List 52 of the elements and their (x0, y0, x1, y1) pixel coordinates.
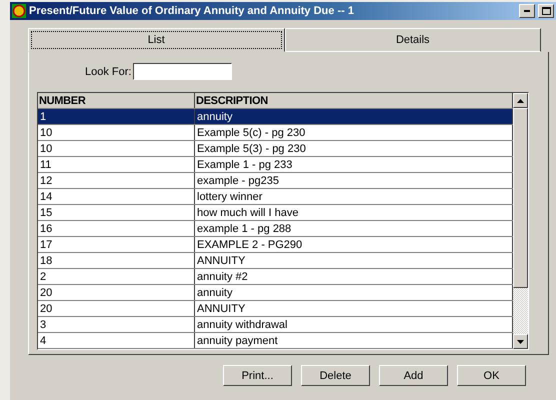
table-cell[interactable]: 11 (38, 157, 195, 172)
table-cell[interactable]: Example 5(3) - pg 230 (195, 141, 513, 156)
scroll-down-button[interactable] (513, 334, 528, 349)
table-cell[interactable]: how much will I have (195, 205, 513, 220)
table-cell[interactable]: 17 (38, 237, 195, 252)
up-arrow-icon (517, 98, 524, 102)
maximize-button[interactable] (538, 4, 554, 18)
dialog-button[interactable]: OK (457, 365, 526, 386)
table-cell[interactable]: lottery winner (195, 189, 513, 204)
table-cell[interactable]: ANNUITY (195, 253, 513, 268)
dialog-button[interactable]: Print... (223, 365, 292, 386)
table-cell[interactable]: 1 (38, 109, 195, 124)
column-header[interactable]: NUMBER (38, 93, 195, 108)
table-cell[interactable]: 14 (38, 189, 195, 204)
scroll-up-button[interactable] (513, 93, 528, 108)
table-cell[interactable]: example - pg235 (195, 173, 513, 188)
table-cell[interactable]: annuity withdrawal (195, 317, 513, 332)
table-cell[interactable]: 12 (38, 173, 195, 188)
table-cell[interactable]: annuity (195, 109, 513, 124)
window-title: Present/Future Value of Ordinary Annuity and Annuity Due -- 1 (29, 5, 355, 17)
coin-icon (12, 4, 26, 18)
table-cell[interactable]: EXAMPLE 2 - PG290 (195, 237, 513, 252)
look-for-field[interactable] (133, 63, 232, 80)
table-cell[interactable]: 10 (38, 125, 195, 140)
table-cell[interactable]: 18 (38, 253, 195, 268)
table-cell[interactable]: 16 (38, 221, 195, 236)
table-cell[interactable]: annuity payment (195, 333, 513, 348)
table-cell[interactable]: 2 (38, 269, 195, 284)
table-cell[interactable]: 20 (38, 285, 195, 300)
table-cell[interactable]: annuity (195, 285, 513, 300)
table-cell[interactable]: example 1 - pg 288 (195, 221, 513, 236)
maximize-icon (542, 7, 550, 15)
table-cell[interactable]: 3 (38, 317, 195, 332)
minimize-button[interactable] (519, 4, 535, 18)
table-cell[interactable]: Example 5(c) - pg 230 (195, 125, 513, 140)
tab[interactable]: Details (284, 28, 541, 52)
table-cell[interactable]: Example 1 - pg 233 (195, 157, 513, 172)
table-cell[interactable]: 15 (38, 205, 195, 220)
tab[interactable]: List (28, 28, 284, 52)
table-cell[interactable]: annuity #2 (195, 269, 513, 284)
dialog-button[interactable]: Delete (301, 365, 370, 386)
minimize-icon (524, 10, 530, 12)
table-cell[interactable]: 10 (38, 141, 195, 156)
scrollbar[interactable] (513, 93, 528, 349)
table-cell[interactable]: 4 (38, 333, 195, 348)
table-cell[interactable]: ANNUITY (195, 301, 513, 316)
look-for-label: Look For: (85, 66, 132, 78)
column-header[interactable]: DESCRIPTION (195, 93, 513, 108)
dialog-button[interactable]: Add (379, 365, 448, 386)
down-arrow-icon (517, 340, 524, 344)
table-cell[interactable]: 20 (38, 301, 195, 316)
scroll-thumb[interactable] (513, 108, 528, 288)
